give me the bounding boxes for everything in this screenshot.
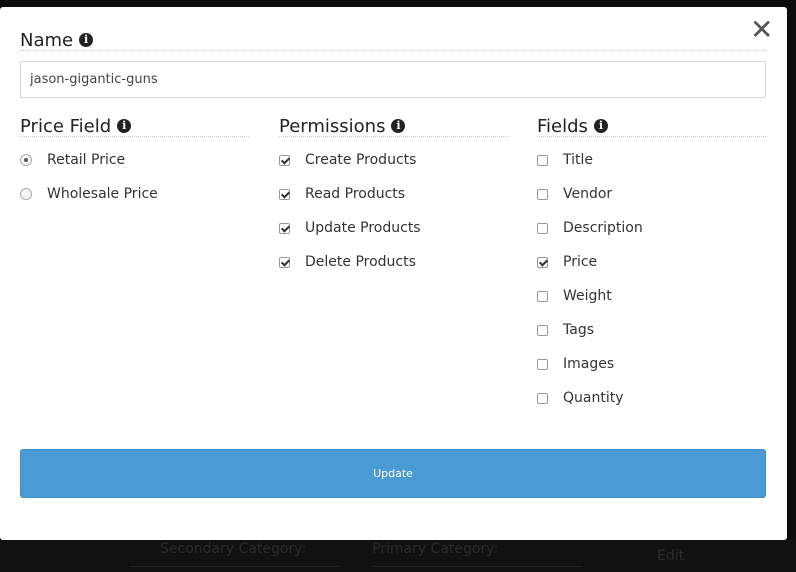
close-icon[interactable]: ✕ xyxy=(750,16,773,44)
radio-button[interactable] xyxy=(20,154,32,166)
fields-heading-label: Fields xyxy=(537,115,588,137)
checkbox-read-products[interactable]: Read Products xyxy=(279,184,405,204)
info-icon[interactable]: i xyxy=(391,119,406,133)
permissions-heading-label: Permissions xyxy=(279,115,386,137)
checkbox[interactable] xyxy=(279,222,290,234)
checkbox[interactable] xyxy=(537,256,548,268)
checkbox-update-products[interactable]: Update Products xyxy=(279,218,421,238)
bg-secondary-category-label: Secondary Category: xyxy=(160,541,307,557)
permissions-heading: Permissions i xyxy=(279,114,406,138)
checkbox-label: Create Products xyxy=(305,152,417,168)
checkbox-delete-products[interactable]: Delete Products xyxy=(279,252,416,272)
radio-retail-price[interactable]: Retail Price xyxy=(20,150,125,170)
checkbox[interactable] xyxy=(537,324,548,336)
radio-button[interactable] xyxy=(20,188,32,200)
checkbox[interactable] xyxy=(537,290,548,302)
bg-edit-link: Edit xyxy=(657,548,685,564)
price-field-heading: Price Field i xyxy=(20,114,132,138)
checkbox-label: Price xyxy=(563,254,598,270)
radio-label: Wholesale Price xyxy=(47,186,158,202)
checkbox-label: Weight xyxy=(563,288,612,304)
edit-token-modal: ✕ Name i Price Field i Retail Price Whol… xyxy=(0,7,787,540)
checkbox[interactable] xyxy=(279,256,290,268)
name-heading-label: Name xyxy=(20,29,74,51)
bg-primary-category-label: Primary Category: xyxy=(372,541,499,557)
checkbox-field-weight[interactable]: Weight xyxy=(537,286,612,306)
checkbox-label: Read Products xyxy=(305,186,406,202)
bg-divider xyxy=(372,566,582,567)
checkbox-field-description[interactable]: Description xyxy=(537,218,643,238)
name-input[interactable] xyxy=(20,61,766,98)
checkbox[interactable] xyxy=(537,222,548,234)
checkbox[interactable] xyxy=(279,188,290,200)
checkbox-label: Quantity xyxy=(563,390,624,406)
checkbox-label: Update Products xyxy=(305,220,421,236)
radio-label: Retail Price xyxy=(47,152,126,168)
checkbox-field-vendor[interactable]: Vendor xyxy=(537,184,612,204)
info-icon[interactable]: i xyxy=(117,119,132,133)
divider xyxy=(20,50,766,51)
checkbox-label: Images xyxy=(563,356,615,372)
divider xyxy=(537,136,766,137)
checkbox-create-products[interactable]: Create Products xyxy=(279,150,416,170)
info-icon[interactable]: i xyxy=(593,119,608,133)
checkbox[interactable] xyxy=(537,392,548,404)
price-field-heading-label: Price Field xyxy=(20,115,112,137)
checkbox[interactable] xyxy=(537,154,548,166)
checkbox-field-quantity[interactable]: Quantity xyxy=(537,388,624,408)
divider xyxy=(20,136,249,137)
bg-divider xyxy=(130,566,340,567)
checkbox[interactable] xyxy=(537,188,548,200)
checkbox-label: Title xyxy=(563,152,594,168)
checkbox[interactable] xyxy=(537,358,548,370)
checkbox-field-images[interactable]: Images xyxy=(537,354,614,374)
divider xyxy=(279,136,508,137)
name-heading: Name i xyxy=(20,28,94,52)
update-button[interactable]: Update xyxy=(20,449,766,498)
checkbox-label: Vendor xyxy=(563,186,613,202)
checkbox-label: Tags xyxy=(563,322,594,338)
checkbox-field-title[interactable]: Title xyxy=(537,150,593,170)
checkbox-field-tags[interactable]: Tags xyxy=(537,320,594,340)
checkbox[interactable] xyxy=(279,154,290,166)
checkbox-label: Delete Products xyxy=(305,254,416,270)
checkbox-field-price[interactable]: Price xyxy=(537,252,597,272)
fields-heading: Fields i xyxy=(537,114,608,138)
info-icon[interactable]: i xyxy=(79,33,94,47)
checkbox-label: Description xyxy=(563,220,643,236)
radio-wholesale-price[interactable]: Wholesale Price xyxy=(20,184,158,204)
